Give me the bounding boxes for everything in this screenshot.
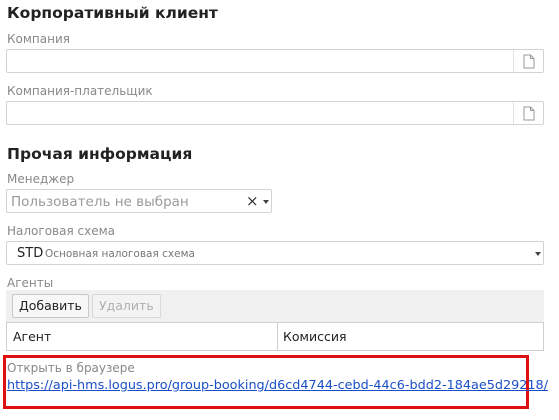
company-label: Компания xyxy=(7,32,70,46)
tax-label: Налоговая схема xyxy=(7,224,115,238)
add-agent-button[interactable]: Добавить xyxy=(12,294,89,318)
manager-placeholder: Пользователь не выбран xyxy=(11,194,189,210)
tax-code: STD xyxy=(17,246,44,261)
tax-scheme-select[interactable]: STD Основная налоговая схема xyxy=(6,241,544,265)
document-icon xyxy=(523,106,534,120)
column-agent[interactable]: Агент xyxy=(13,329,51,344)
payer-label: Компания-плательщик xyxy=(7,84,153,98)
column-divider xyxy=(277,323,278,350)
group-booking-link[interactable]: https://api-hms.logus.pro/group-booking/… xyxy=(7,378,548,393)
tax-description: Основная налоговая схема xyxy=(45,248,195,260)
agents-label: Агенты xyxy=(7,276,54,290)
company-field[interactable] xyxy=(6,49,544,73)
agents-toolbar: Добавить Удалить xyxy=(6,290,544,322)
chevron-down-icon[interactable] xyxy=(535,252,541,256)
agents-table-header: Агент Комиссия xyxy=(6,322,544,351)
chevron-down-icon[interactable] xyxy=(263,200,269,204)
manager-label: Менеджер xyxy=(7,172,75,186)
section-title-other: Прочая информация xyxy=(7,145,193,163)
company-select-button[interactable] xyxy=(513,50,543,72)
manager-select[interactable]: Пользователь не выбран × xyxy=(6,189,272,213)
document-icon xyxy=(523,54,534,68)
open-in-browser-label: Открыть в браузере xyxy=(7,361,135,375)
payer-field[interactable] xyxy=(6,101,544,125)
section-title-corporate: Корпоративный клиент xyxy=(7,4,218,22)
clear-icon[interactable]: × xyxy=(246,192,259,210)
delete-agent-button[interactable]: Удалить xyxy=(92,294,161,318)
column-commission[interactable]: Комиссия xyxy=(283,329,346,344)
payer-select-button[interactable] xyxy=(513,102,543,124)
